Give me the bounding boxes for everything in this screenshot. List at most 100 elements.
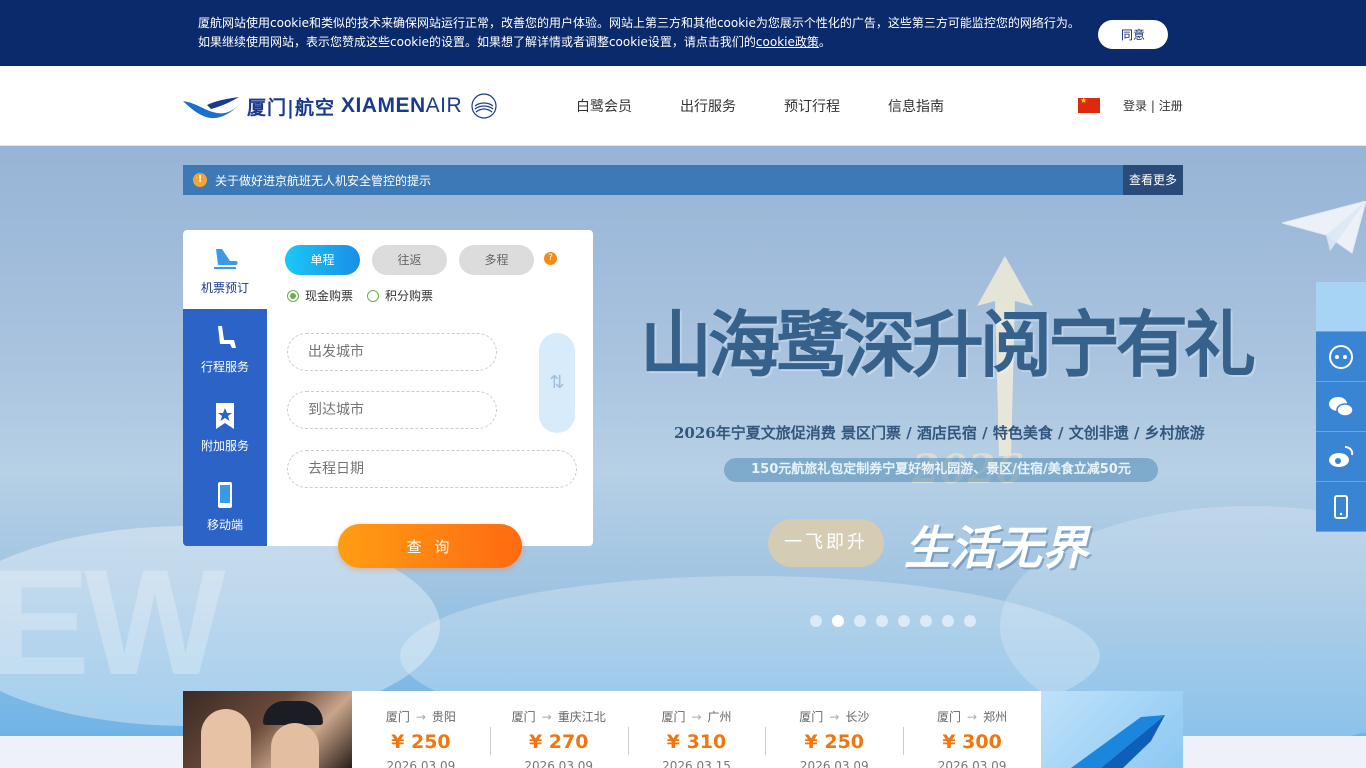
nav-item-booking[interactable]: 预订行程 xyxy=(784,96,840,116)
cookie-text: 厦航网站使用cookie和类似的技术来确保网站运行正常，改善您的用户体验。网站上… xyxy=(198,16,1080,49)
wechat-icon xyxy=(1329,396,1354,417)
booking-tabs: 机票预订 行程服务 附加服务 移动端 xyxy=(183,230,267,546)
carousel-dot-2[interactable] xyxy=(832,615,844,627)
mobile-phone-icon xyxy=(218,482,232,508)
notice-link[interactable]: 关于做好进京航班无人机安全管控的提示 xyxy=(215,172,431,189)
carousel-dots xyxy=(810,615,976,627)
flight-search-form: 单程 往返 多程 ? 现金购票 积分购票 ⇅ xyxy=(267,230,593,546)
fare-date: 2026.03.09 xyxy=(937,759,1007,768)
search-flights-button[interactable]: 查 询 xyxy=(338,524,522,568)
main-nav: 白鹭会员 出行服务 预订行程 信息指南 xyxy=(576,96,944,116)
route-arrow-icon: → xyxy=(691,710,702,724)
fare-price: ¥ 270 xyxy=(528,731,589,753)
fare-item[interactable]: 厦门 → 重庆江北 ¥ 270 2026.03.09 xyxy=(489,691,628,768)
xiamen-air-ad[interactable] xyxy=(1041,691,1183,768)
skyteam-badge-icon xyxy=(471,93,497,119)
hero-fly-badge: 一飞即升 xyxy=(768,519,884,567)
trip-round-trip-button[interactable]: 往返 xyxy=(372,245,447,275)
side-top-button[interactable] xyxy=(1316,282,1366,332)
flight-attendants-photo xyxy=(183,691,352,768)
fare-route: 厦门 → 贵阳 xyxy=(385,710,456,724)
carousel-dot-7[interactable] xyxy=(942,615,954,627)
special-fares-list: 厦门 → 贵阳 ¥ 250 2026.03.09 厦门 → 重庆江北 ¥ 270 2026.03.… xyxy=(352,691,1041,768)
carousel-dot-3[interactable] xyxy=(854,615,866,627)
arrival-city-input[interactable] xyxy=(287,391,497,429)
notice-more-button[interactable]: 查看更多 xyxy=(1123,165,1183,195)
departure-date-input[interactable] xyxy=(287,450,577,488)
tab-label: 机票预订 xyxy=(200,281,249,295)
tab-extra-service[interactable]: 附加服务 xyxy=(183,388,267,467)
swap-cities-button[interactable]: ⇅ xyxy=(539,333,575,433)
carousel-dot-4[interactable] xyxy=(876,615,888,627)
hero-title: 山海鹭深升阅宁有礼 xyxy=(640,302,1256,387)
customer-service-icon xyxy=(1329,344,1353,369)
fare-date: 2026.03.09 xyxy=(799,759,869,768)
weibo-icon xyxy=(1329,445,1354,467)
fare-route: 厦门 → 重庆江北 xyxy=(511,710,606,724)
radio-points[interactable]: 积分购票 xyxy=(367,287,433,304)
cookie-banner: 厦航网站使用cookie和类似的技术来确保网站运行正常，改善您的用户体验。网站上… xyxy=(0,0,1366,66)
radio-cash[interactable]: 现金购票 xyxy=(287,287,353,304)
fare-price: ¥ 250 xyxy=(391,731,451,753)
tab-trip-service[interactable]: 行程服务 xyxy=(183,309,267,388)
side-wechat-button[interactable] xyxy=(1316,382,1366,432)
carousel-dot-6[interactable] xyxy=(920,615,932,627)
face-shape xyxy=(201,709,251,768)
route-arrow-icon: → xyxy=(829,710,840,724)
logo-english-text: XIAMENAIR xyxy=(340,94,463,117)
side-customer-service-button[interactable] xyxy=(1316,332,1366,382)
fare-price: ¥ 300 xyxy=(942,731,1002,753)
fare-date: 2026.03.09 xyxy=(524,759,594,768)
egret-logo-icon xyxy=(183,97,241,119)
route-arrow-icon: → xyxy=(967,710,978,724)
tab-label: 附加服务 xyxy=(200,439,249,453)
logo[interactable]: 厦门|航空 XIAMENAIR xyxy=(183,88,498,124)
auth-links: 登录 | 注册 xyxy=(1123,99,1183,113)
seat-icon xyxy=(218,326,236,348)
nav-item-info-guide[interactable]: 信息指南 xyxy=(888,96,944,116)
logo-chinese-text: 厦门|航空 xyxy=(247,96,335,119)
tab-flight-booking[interactable]: 机票预订 xyxy=(183,230,267,309)
hero-background-letters: EW xyxy=(0,538,226,706)
fare-item[interactable]: 厦门 → 长沙 ¥ 250 2026.03.09 xyxy=(765,691,903,768)
cookie-policy-link[interactable]: cookie政策 xyxy=(756,35,819,49)
fare-item[interactable]: 厦门 → 贵阳 ¥ 250 2026.03.09 xyxy=(352,691,490,768)
nav-item-travel-service[interactable]: 出行服务 xyxy=(680,96,736,116)
side-toolbar xyxy=(1316,282,1366,532)
notice-bar: ! 关于做好进京航班无人机安全管控的提示 查看更多 xyxy=(183,165,1183,195)
airplane-icon xyxy=(214,249,238,269)
carousel-dot-5[interactable] xyxy=(898,615,910,627)
hero-subtitle: 2026年宁夏文旅促消费 景区门票 / 酒店民宿 / 特色美食 / 文创非遗 /… xyxy=(674,424,1205,442)
trip-one-way-button[interactable]: 单程 xyxy=(285,245,360,275)
fare-item[interactable]: 厦门 → 广州 ¥ 310 2026.03.15 xyxy=(627,691,766,768)
tab-label: 移动端 xyxy=(206,518,243,532)
tab-mobile[interactable]: 移动端 xyxy=(183,467,267,546)
warning-icon: ! xyxy=(193,173,207,187)
china-flag-icon[interactable] xyxy=(1078,96,1100,113)
fare-route: 厦门 → 长沙 xyxy=(799,710,870,724)
help-icon[interactable]: ? xyxy=(544,252,557,265)
carousel-dot-1[interactable] xyxy=(810,615,822,627)
register-link[interactable]: 注册 xyxy=(1159,99,1183,113)
login-link[interactable]: 登录 xyxy=(1123,99,1147,113)
fare-price: ¥ 310 xyxy=(666,731,727,753)
fare-item[interactable]: 厦门 → 郑州 ¥ 300 2026.03.09 xyxy=(903,691,1041,768)
radio-checked-icon xyxy=(287,289,299,302)
cookie-agree-button[interactable]: 同意 xyxy=(1098,20,1168,49)
tab-label: 行程服务 xyxy=(200,360,249,374)
payment-type-radios: 现金购票 积分购票 xyxy=(287,287,433,304)
mobile-phone-icon xyxy=(1334,494,1348,519)
trip-multi-city-button[interactable]: 多程 xyxy=(459,245,534,275)
route-arrow-icon: → xyxy=(415,710,426,724)
departure-city-input[interactable] xyxy=(287,333,497,371)
carousel-dot-8[interactable] xyxy=(964,615,976,627)
fare-date: 2026.03.09 xyxy=(386,759,456,768)
side-weibo-button[interactable] xyxy=(1316,432,1366,482)
nav-item-egret-member[interactable]: 白鹭会员 xyxy=(576,96,632,116)
fare-price: ¥ 250 xyxy=(804,731,865,753)
face-shape xyxy=(271,723,319,768)
hat-shape xyxy=(263,701,323,725)
side-mobile-button[interactable] xyxy=(1316,482,1366,532)
fare-route: 厦门 → 广州 xyxy=(661,710,732,724)
paper-plane-icon xyxy=(1282,201,1366,254)
